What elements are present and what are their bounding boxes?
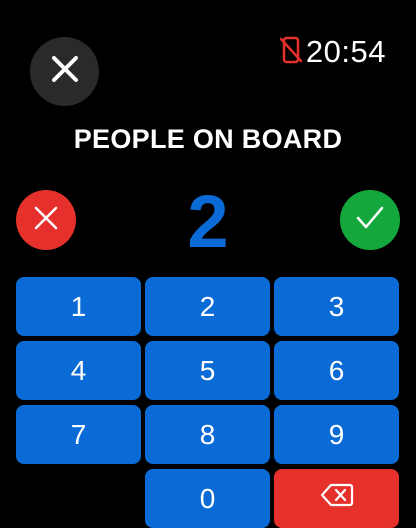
backspace-icon (320, 482, 354, 515)
cancel-button[interactable] (16, 190, 76, 250)
close-button[interactable] (30, 37, 99, 106)
key-1[interactable]: 1 (16, 277, 141, 336)
key-9[interactable]: 9 (274, 405, 399, 464)
key-3[interactable]: 3 (274, 277, 399, 336)
phone-off-icon (279, 36, 303, 69)
confirm-button[interactable] (340, 190, 400, 250)
key-4[interactable]: 4 (16, 341, 141, 400)
status-bar: 20:54 (279, 32, 386, 72)
people-count: 2 (187, 180, 229, 263)
key-2[interactable]: 2 (145, 277, 270, 336)
page-title: PEOPLE ON BOARD (73, 124, 343, 154)
key-7[interactable]: 7 (16, 405, 141, 464)
key-empty (16, 469, 141, 528)
key-8[interactable]: 8 (145, 405, 270, 464)
delete-button[interactable] (274, 469, 399, 528)
checkmark-icon (355, 205, 385, 236)
cancel-x-icon (33, 205, 59, 236)
key-6[interactable]: 6 (274, 341, 399, 400)
clock-time: 20:54 (305, 34, 386, 69)
key-5[interactable]: 5 (145, 341, 270, 400)
key-0[interactable]: 0 (145, 469, 270, 528)
close-icon (50, 54, 80, 89)
number-keypad: 1 2 3 4 5 6 7 8 9 0 (16, 277, 400, 528)
